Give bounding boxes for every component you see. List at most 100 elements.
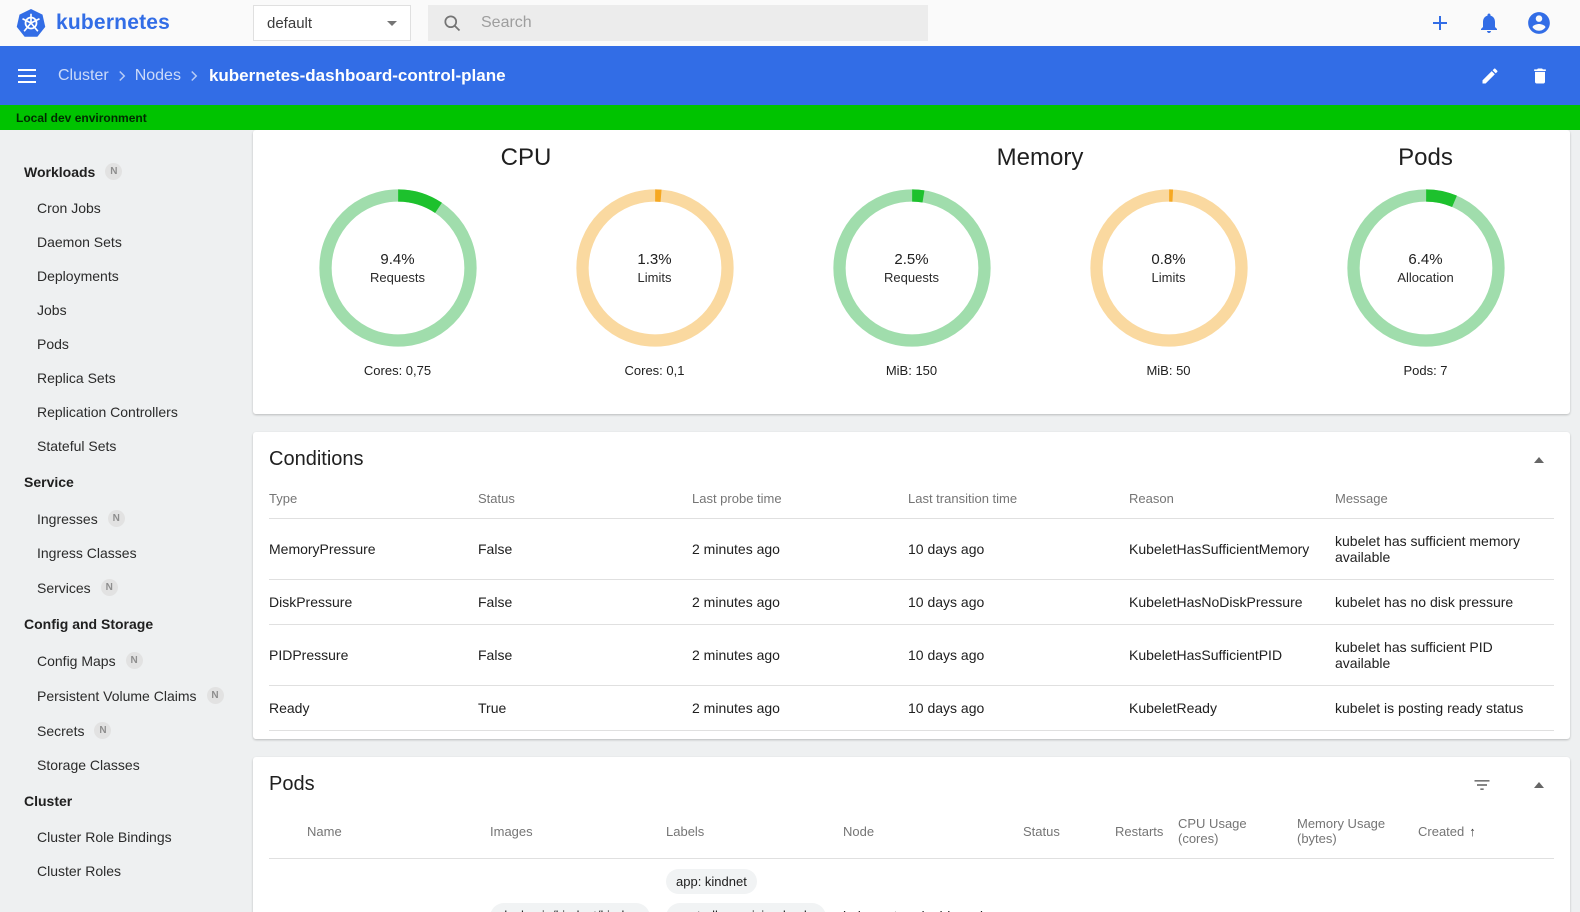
create-resource-button[interactable] [1428, 11, 1452, 35]
account-button[interactable] [1526, 10, 1552, 36]
table-cell: kindnet-fmj8d [307, 858, 490, 912]
sidebar-item-persistent-volume-claims[interactable]: Persistent Volume Claims N [0, 678, 245, 713]
column-header-cpu-usage-cores[interactable]: CPU Usage (cores) [1178, 804, 1297, 859]
gauge-memory-limits: 0.8% Limits MiB: 50 [1087, 186, 1251, 378]
table-row: kindnet-fmj8ddocker.io/kindest/kindnetd:… [269, 858, 1554, 912]
gauge-cpu-limits: 1.3% Limits Cores: 0,1 [573, 186, 737, 378]
sidebar-item-services[interactable]: Services N [0, 570, 245, 605]
table-cell: 2 minutes ago [692, 579, 908, 625]
search-icon [444, 14, 461, 31]
pods-card: Pods NameImagesLabelsNodeStatusRest [253, 757, 1570, 912]
label-chip-stack: app: kindnet controller-revision-hash: 58… [666, 869, 831, 912]
main-layout: Workloads N Cron Jobs Daemon Sets Deployment… [0, 130, 1580, 912]
gauge-center-labels: 0.8% Limits [1087, 186, 1251, 350]
breadcrumb-link-nodes[interactable]: Nodes [135, 67, 181, 85]
sidebar-item-replica-sets[interactable]: Replica Sets [0, 361, 245, 395]
column-header-memory-usage-bytes[interactable]: Memory Usage (bytes) [1297, 804, 1418, 859]
sidebar-item-label: Cron Jobs [37, 200, 101, 216]
breadcrumb-bar: Cluster Nodes kubernetes-dashboard-control… [0, 46, 1580, 105]
column-header-restarts[interactable]: Restarts [1115, 804, 1178, 859]
table-cell: MemoryPressure [269, 518, 478, 580]
breadcrumb-link-cluster[interactable]: Cluster [58, 67, 109, 85]
allocation-overview-card: CPU 9.4% Requests Cores: 0,75 1.3% Limits Core… [253, 130, 1570, 414]
gauge-row: 9.4% Requests Cores: 0,75 1.3% Limits Cores: … [269, 186, 783, 378]
delete-button[interactable] [1530, 66, 1550, 86]
trash-icon [1534, 68, 1546, 83]
namespace-value: default [267, 14, 313, 32]
pod-created-cell: 10 days ago [1418, 858, 1523, 912]
table-cell: False [478, 624, 692, 686]
sidebar-item-label: Deployments [37, 268, 119, 284]
namespaced-badge: N [125, 652, 143, 669]
gauge-center-labels: 2.5% Requests [830, 186, 994, 350]
column-header-created[interactable]: Created ↑ [1418, 804, 1523, 859]
edit-button[interactable] [1480, 66, 1500, 86]
sidebar-item-deployments[interactable]: Deployments [0, 259, 245, 293]
column-header-status-dot [269, 804, 307, 859]
sidebar-section-config-and-storage[interactable]: Config and Storage [0, 605, 245, 643]
label-chip: controller-revision-hash: 58f5b657b8 [666, 903, 826, 912]
sidebar-item-config-maps[interactable]: Config Maps N [0, 643, 245, 678]
topbar-actions [1428, 10, 1580, 36]
sidebar-item-cluster-role-bindings[interactable]: Cluster Role Bindings [0, 820, 245, 854]
gauge-center-labels: 6.4% Allocation [1344, 186, 1508, 350]
conditions-title: Conditions [269, 448, 364, 470]
column-header-name[interactable]: Name [307, 804, 490, 859]
collapse-icon[interactable] [1534, 781, 1544, 788]
sidebar-item-secrets[interactable]: Secrets N [0, 713, 245, 748]
sidebar-item-label: Config Maps [37, 652, 116, 669]
pod-restarts-cell: 5 [1115, 858, 1178, 912]
namespace-selector[interactable]: default [253, 5, 411, 41]
sidebar-item-ingress-classes[interactable]: Ingress Classes [0, 536, 245, 570]
column-header-last-probe-time: Last probe time [692, 479, 908, 519]
search-input[interactable] [479, 13, 914, 33]
table-cell [269, 858, 307, 912]
table-cell: KubeletHasSufficientPID [1129, 624, 1335, 686]
sidebar-item-storage-classes[interactable]: Storage Classes [0, 748, 245, 782]
sidebar-item-replication-controllers[interactable]: Replication Controllers [0, 395, 245, 429]
column-header-message: Message [1335, 479, 1554, 519]
table-row: PIDPressure False 2 minutes ago 10 days ago… [269, 624, 1554, 686]
filter-button[interactable] [1472, 775, 1492, 795]
search-bar[interactable] [428, 5, 928, 41]
table-cell: kubelet has sufficient memory available [1335, 518, 1554, 580]
gauge-value: 2.5% [894, 251, 929, 268]
sidebar-item-pods[interactable]: Pods [0, 327, 245, 361]
sidebar-item-cron-jobs[interactable]: Cron Jobs [0, 191, 245, 225]
kubernetes-logo[interactable]: kubernetes [0, 8, 253, 38]
sidebar-item-daemon-sets[interactable]: Daemon Sets [0, 225, 245, 259]
table-row: Ready True 2 minutes ago 10 days ago Kubelet… [269, 685, 1554, 731]
notifications-button[interactable] [1477, 11, 1501, 35]
gauge-value: 9.4% [380, 251, 415, 268]
sidebar-section-cluster[interactable]: Cluster [0, 782, 245, 820]
table-cell: kubelet has sufficient PID available [1335, 624, 1554, 686]
allocation-group-pods: Pods 6.4% Allocation Pods: 7 [1297, 142, 1554, 378]
gauge-label: Requests [884, 270, 939, 285]
column-header-actions [1523, 804, 1554, 859]
column-header-status[interactable]: Status [1023, 804, 1115, 859]
table-cell: 2 minutes ago [692, 624, 908, 686]
allocation-group-title: Memory [996, 144, 1084, 171]
menu-button[interactable] [18, 68, 36, 83]
pencil-icon [1482, 67, 1498, 83]
table-cell [1523, 858, 1554, 912]
column-header-node[interactable]: Node [843, 804, 1023, 859]
gauge-value: 0.8% [1151, 251, 1186, 268]
sidebar-section-workloads[interactable]: Workloads N [0, 152, 245, 191]
column-header-status: Status [478, 479, 692, 519]
sidebar-item-label: Cluster Role Bindings [37, 829, 172, 845]
column-header-images[interactable]: Images [490, 804, 666, 859]
gauge-center-labels: 9.4% Requests [316, 186, 480, 350]
sidebar-item-cluster-roles[interactable]: Cluster Roles [0, 854, 245, 888]
sidebar-item-ingresses[interactable]: Ingresses N [0, 501, 245, 536]
column-header-labels[interactable]: Labels [666, 804, 843, 859]
sidebar-section-service[interactable]: Service [0, 463, 245, 501]
allocation-group-memory: Memory 2.5% Requests MiB: 150 0.8% Limits MiB:… [783, 142, 1297, 378]
collapse-icon[interactable] [1534, 456, 1544, 463]
conditions-table: Type Status Last probe time Last transition… [269, 479, 1554, 731]
sidebar-item-stateful-sets[interactable]: Stateful Sets [0, 429, 245, 463]
pods-title: Pods [269, 773, 315, 795]
table-cell: False [478, 518, 692, 580]
sidebar-item-label: Storage Classes [37, 757, 140, 773]
sidebar-item-jobs[interactable]: Jobs [0, 293, 245, 327]
